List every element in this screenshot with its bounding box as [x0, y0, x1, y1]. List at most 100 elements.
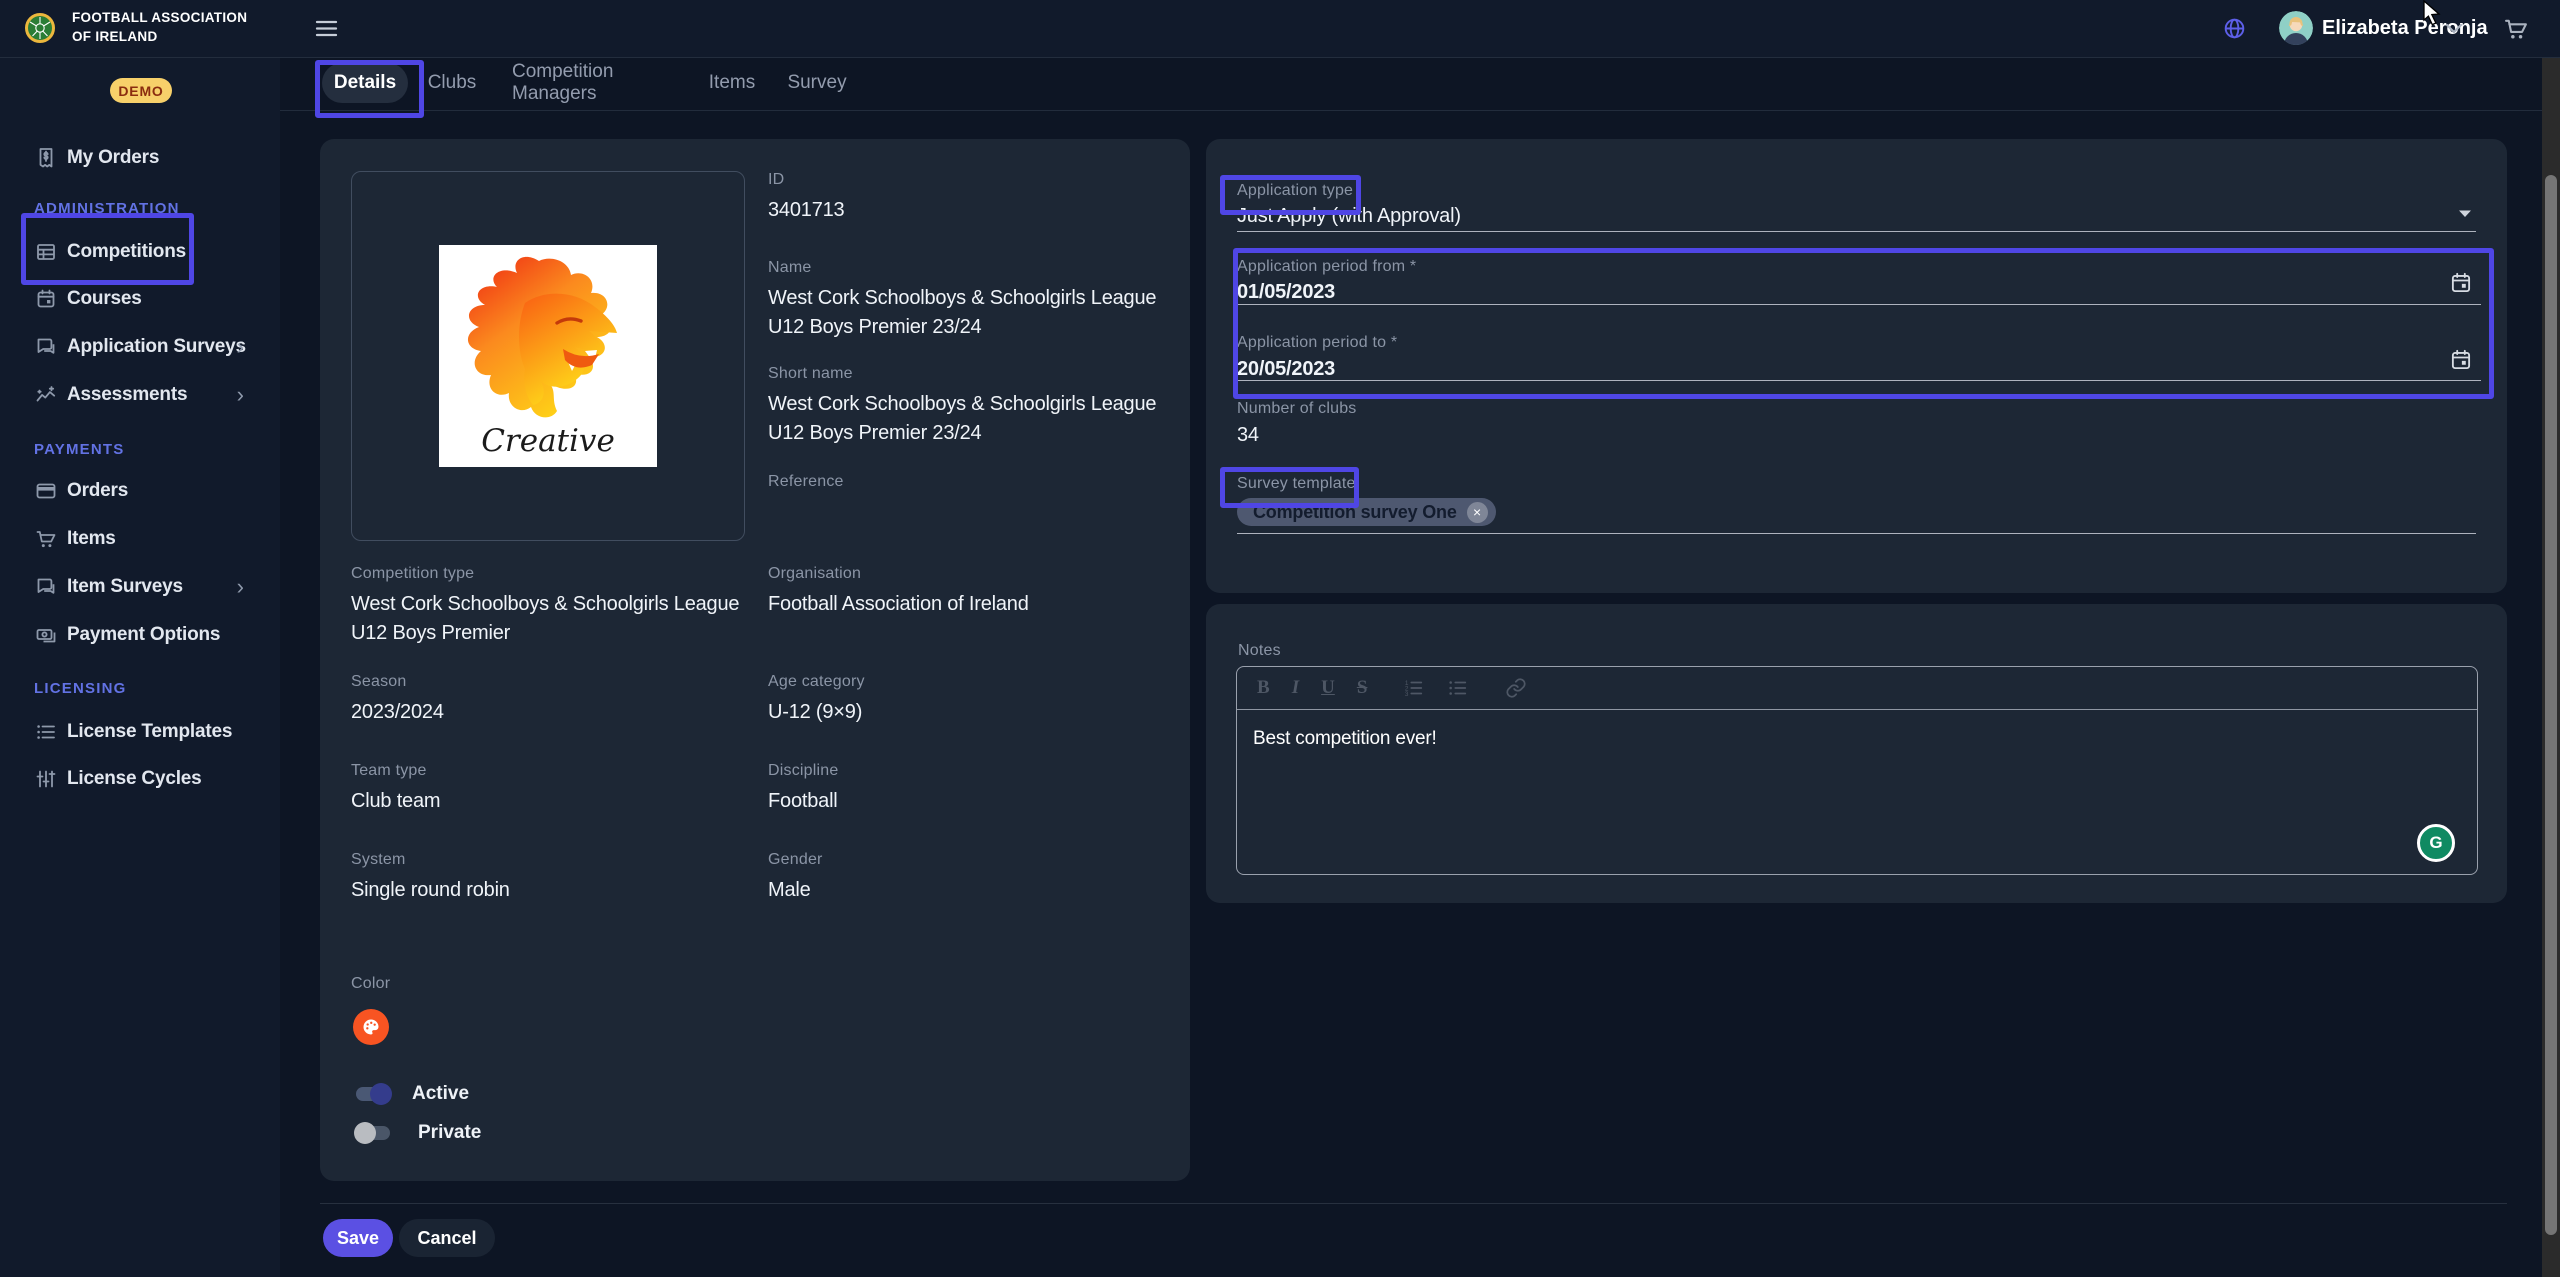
clubs-value: 34 — [1237, 421, 1259, 450]
field-label: Name — [768, 259, 1168, 277]
calendar-icon[interactable] — [2448, 270, 2474, 296]
banknote-icon — [34, 623, 58, 647]
field-gender: Gender Male — [768, 851, 1168, 905]
svg-text:Creative: Creative — [481, 423, 615, 459]
survey-template-label: Survey template — [1237, 475, 1356, 493]
list-icon — [34, 720, 58, 744]
field-label: Discipline — [768, 762, 1168, 780]
field-discipline: Discipline Football — [768, 762, 1168, 816]
sidebar-item-label: Application Surveys — [67, 336, 246, 358]
sidebar: DEMO My Orders ADMINISTRATION Competitio… — [0, 57, 281, 1277]
calendar-icon — [34, 287, 58, 311]
globe-icon[interactable] — [2223, 17, 2246, 40]
field-value: Single round robin — [351, 876, 751, 905]
field-id: ID 3401713 — [768, 171, 1168, 225]
notes-content[interactable]: Best competition ever! — [1237, 710, 2477, 768]
bold-icon[interactable]: B — [1257, 677, 1270, 699]
select-caret-icon[interactable] — [2458, 209, 2472, 219]
sidebar-item-license-cycles[interactable]: License Cycles — [0, 757, 280, 801]
field-value: Club team — [351, 787, 751, 816]
table-icon — [34, 240, 58, 264]
sidebar-item-assessments[interactable]: Assessments › — [0, 373, 280, 417]
sidebar-item-courses[interactable]: Courses — [0, 277, 280, 321]
notes-toolbar: B I U S 123 — [1237, 667, 2477, 710]
sidebar-item-items[interactable]: Items — [0, 517, 280, 561]
field-label: Age category — [768, 673, 1168, 691]
chip-close-icon[interactable]: × — [1467, 502, 1488, 523]
field-value: 2023/2024 — [351, 698, 751, 727]
period-to-underline — [1237, 380, 2481, 381]
field-label: Reference — [768, 473, 1168, 491]
scrollbar-thumb[interactable] — [2545, 175, 2557, 1235]
sidebar-item-license-templates[interactable]: License Templates — [0, 710, 280, 754]
tab-competition-managers[interactable]: Competition Managers — [512, 63, 672, 103]
private-toggle[interactable] — [356, 1126, 390, 1140]
cart-icon — [34, 527, 58, 551]
sidebar-section-administration: ADMINISTRATION — [34, 200, 180, 217]
field-label: Short name — [768, 365, 1168, 383]
field-value: West Cork Schoolboys & Schoolgirls Leagu… — [768, 284, 1168, 342]
notes-label: Notes — [1238, 642, 1281, 660]
org-name: FOOTBALL ASSOCIATION OF IRELAND — [72, 9, 252, 47]
sidebar-item-payment-options[interactable]: Payment Options — [0, 613, 280, 657]
survey-template-underline — [1237, 533, 2476, 534]
tab-clubs[interactable]: Clubs — [427, 63, 477, 103]
field-reference: Reference — [768, 473, 1168, 498]
tab-details[interactable]: Details — [322, 63, 408, 103]
competition-image-box[interactable]: Creative — [351, 171, 745, 541]
palette-icon — [361, 1017, 381, 1037]
sidebar-item-item-surveys[interactable]: Item Surveys › — [0, 565, 280, 609]
notes-panel: Notes B I U S 123 — [1206, 604, 2507, 903]
chevron-down-icon[interactable] — [2445, 23, 2463, 35]
strikethrough-icon[interactable]: S — [1357, 677, 1368, 699]
field-label: Gender — [768, 851, 1168, 869]
field-label: Competition type — [351, 565, 751, 583]
mouse-cursor — [2420, 0, 2444, 26]
sidebar-item-label: Payment Options — [67, 624, 220, 646]
field-name: Name West Cork Schoolboys & Schoolgirls … — [768, 259, 1168, 342]
cancel-button[interactable]: Cancel — [399, 1219, 495, 1257]
avatar[interactable] — [2279, 11, 2313, 45]
toggle-label: Active — [412, 1083, 469, 1105]
link-icon[interactable] — [1505, 677, 1527, 699]
sidebar-item-competitions[interactable]: Competitions — [0, 230, 280, 274]
field-color-label: Color — [351, 975, 390, 993]
sidebar-section-licensing: LICENSING — [34, 680, 126, 697]
underline-icon[interactable]: U — [1321, 677, 1335, 699]
tab-survey[interactable]: Survey — [788, 63, 846, 103]
sidebar-item-label: Orders — [67, 480, 128, 502]
hamburger-icon[interactable] — [315, 19, 338, 38]
ordered-list-icon[interactable]: 123 — [1403, 677, 1425, 699]
application-type-select[interactable]: Just Apply (with Approval) — [1237, 202, 1461, 231]
tab-items[interactable]: Items — [707, 63, 757, 103]
active-toggle[interactable] — [356, 1087, 390, 1101]
chat-icon — [34, 575, 58, 599]
color-swatch[interactable] — [353, 1009, 389, 1045]
sidebar-item-my-orders[interactable]: My Orders — [0, 136, 280, 180]
org-logo — [24, 12, 56, 44]
survey-template-chip[interactable]: Competition survey One × — [1237, 498, 1496, 526]
field-age-category: Age category U-12 (9×9) — [768, 673, 1168, 727]
sidebar-item-orders[interactable]: Orders — [0, 469, 280, 513]
notes-editor[interactable]: B I U S 123 Best c — [1236, 666, 2478, 875]
cart-icon[interactable] — [2502, 15, 2530, 43]
period-from-underline — [1237, 304, 2481, 305]
app-header: FOOTBALL ASSOCIATION OF IRELAND Elizabet… — [0, 0, 2560, 58]
analytics-icon — [34, 383, 58, 407]
main-area: Details Clubs Competition Managers Items… — [280, 57, 2560, 1277]
field-value: Football Association of Ireland — [768, 590, 1168, 619]
unordered-list-icon[interactable] — [1447, 677, 1469, 699]
sliders-icon — [34, 767, 58, 791]
calendar-icon[interactable] — [2448, 347, 2474, 373]
sidebar-item-label: License Templates — [67, 721, 232, 743]
period-from-input[interactable]: 01/05/2023 — [1237, 278, 1335, 307]
italic-icon[interactable]: I — [1292, 677, 1299, 699]
sidebar-item-application-surveys[interactable]: Application Surveys › — [0, 325, 280, 369]
field-label: Team type — [351, 762, 751, 780]
grammarly-icon[interactable]: G — [2417, 824, 2455, 862]
chevron-right-icon: › — [237, 384, 244, 406]
sidebar-item-label: Competitions — [67, 241, 186, 263]
save-button[interactable]: Save — [323, 1219, 393, 1257]
field-label: Organisation — [768, 565, 1168, 583]
field-competition-type: Competition type West Cork Schoolboys & … — [351, 565, 751, 648]
